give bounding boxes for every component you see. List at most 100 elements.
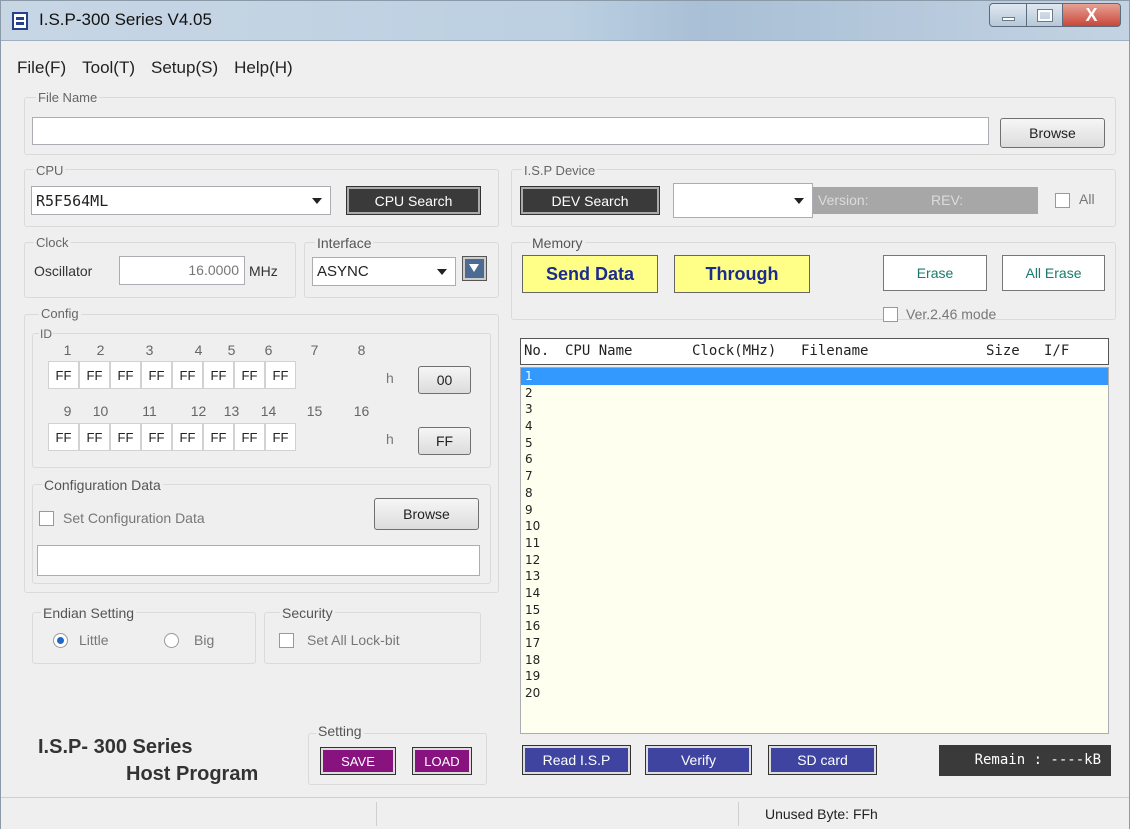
memory-list[interactable]: 1 2 3 4 5 6 7 8 9 10 11 12 13 14 15 16 1… xyxy=(520,367,1109,734)
cpu-search-button[interactable]: CPU Search xyxy=(346,186,481,215)
list-row[interactable]: 15 xyxy=(521,602,1108,619)
cpu-legend: CPU xyxy=(34,163,66,178)
chevron-down-icon xyxy=(794,197,804,204)
menu-help[interactable]: Help(H) xyxy=(226,55,301,81)
maximize-button[interactable] xyxy=(1027,3,1063,27)
col-size: Size xyxy=(986,343,1020,359)
endian-big-label: Big xyxy=(194,632,215,648)
dev-search-button[interactable]: DEV Search xyxy=(520,186,660,215)
endian-big-radio[interactable] xyxy=(164,633,179,648)
oscillator-input[interactable]: 16.0000 xyxy=(119,256,245,285)
id-number: 5 xyxy=(227,342,236,358)
id-byte-input[interactable]: FF xyxy=(110,423,141,451)
list-row[interactable]: 17 xyxy=(521,635,1108,652)
remain-display: Remain : ----kB xyxy=(939,745,1111,776)
list-row[interactable]: 4 xyxy=(521,418,1108,435)
ver-mode-checkbox[interactable] xyxy=(883,307,898,322)
title-bar[interactable]: I.S.P-300 Series V4.05 X xyxy=(1,1,1129,41)
list-row[interactable]: 16 xyxy=(521,618,1108,635)
list-row[interactable]: 1 xyxy=(521,368,1108,385)
setting-legend: Setting xyxy=(316,723,364,739)
id-number: 14 xyxy=(260,403,277,419)
id-byte-input[interactable]: FF xyxy=(234,423,265,451)
file-name-input[interactable] xyxy=(32,117,989,145)
rev-label: REV: xyxy=(931,192,964,208)
list-row[interactable]: 11 xyxy=(521,535,1108,552)
app-window: I.S.P-300 Series V4.05 X File(F) Tool(T)… xyxy=(0,0,1130,829)
read-isp-button[interactable]: Read I.S.P xyxy=(522,745,631,775)
list-row[interactable]: 7 xyxy=(521,468,1108,485)
id-byte-input[interactable]: FF xyxy=(79,361,110,389)
id-number: 4 xyxy=(194,342,203,358)
cpu-select-value: R5F564ML xyxy=(36,191,109,210)
list-header: No. CPU Name Clock(MHz) Filename Size I/… xyxy=(520,338,1109,365)
sd-card-button[interactable]: SD card xyxy=(768,745,877,775)
list-row[interactable]: 19 xyxy=(521,668,1108,685)
id-byte-input[interactable]: FF xyxy=(203,361,234,389)
list-row[interactable]: 14 xyxy=(521,585,1108,602)
id-byte-input[interactable]: FF xyxy=(203,423,234,451)
hex-suffix: h xyxy=(386,431,394,447)
all-erase-button[interactable]: All Erase xyxy=(1002,255,1105,291)
config-fill-00-button[interactable]: 00 xyxy=(418,366,471,394)
interface-extra-button[interactable] xyxy=(462,256,487,281)
id-byte-input[interactable]: FF xyxy=(172,423,203,451)
through-button[interactable]: Through xyxy=(674,255,810,293)
id-byte-input[interactable]: FF xyxy=(141,361,172,389)
config-data-legend: Configuration Data xyxy=(42,477,163,493)
config-data-path-input[interactable] xyxy=(37,545,480,576)
id-byte-input[interactable]: FF xyxy=(110,361,141,389)
list-row[interactable]: 9 xyxy=(521,502,1108,519)
oscillator-label: Oscillator xyxy=(34,263,93,279)
set-config-data-checkbox[interactable] xyxy=(39,511,54,526)
unused-byte-status: Unused Byte: FFh xyxy=(738,802,1129,826)
list-row[interactable]: 12 xyxy=(521,552,1108,569)
id-byte-input[interactable]: FF xyxy=(141,423,172,451)
close-button[interactable]: X xyxy=(1063,3,1121,27)
endian-little-radio[interactable] xyxy=(53,633,68,648)
mhz-unit: MHz xyxy=(249,263,278,279)
config-fill-ff-button[interactable]: FF xyxy=(418,427,471,455)
id-byte-input[interactable]: FF xyxy=(234,361,265,389)
chevron-down-icon xyxy=(437,268,447,275)
id-byte-input[interactable]: FF xyxy=(79,423,110,451)
device-select[interactable] xyxy=(673,183,813,218)
list-row[interactable]: 6 xyxy=(521,451,1108,468)
id-byte-input[interactable]: FF xyxy=(48,361,79,389)
save-button[interactable]: SAVE xyxy=(320,747,396,775)
memory-legend: Memory xyxy=(530,235,585,251)
id-byte-input[interactable]: FF xyxy=(172,361,203,389)
load-button[interactable]: LOAD xyxy=(412,747,472,775)
menu-bar: File(F) Tool(T) Setup(S) Help(H) xyxy=(1,55,301,81)
list-row[interactable]: 10 xyxy=(521,518,1108,535)
minimize-button[interactable] xyxy=(989,3,1027,27)
list-row[interactable]: 5 xyxy=(521,435,1108,452)
brand-title: I.S.P- 300 Series xyxy=(38,736,193,758)
menu-tool[interactable]: Tool(T) xyxy=(74,55,143,81)
all-checkbox[interactable] xyxy=(1055,193,1070,208)
menu-file[interactable]: File(F) xyxy=(9,55,74,81)
file-browse-button[interactable]: Browse xyxy=(1000,118,1105,148)
list-row[interactable]: 2 xyxy=(521,385,1108,402)
interface-select[interactable]: ASYNC xyxy=(312,257,456,286)
list-row[interactable]: 13 xyxy=(521,568,1108,585)
verify-button[interactable]: Verify xyxy=(645,745,752,775)
list-row[interactable]: 8 xyxy=(521,485,1108,502)
send-data-button[interactable]: Send Data xyxy=(522,255,658,293)
erase-button[interactable]: Erase xyxy=(883,255,987,291)
menu-setup[interactable]: Setup(S) xyxy=(143,55,226,81)
id-number: 1 xyxy=(63,342,72,358)
id-byte-input[interactable]: FF xyxy=(265,423,296,451)
set-all-lock-bit-checkbox[interactable] xyxy=(279,633,294,648)
config-data-browse-button[interactable]: Browse xyxy=(374,498,479,530)
id-byte-input[interactable]: FF xyxy=(265,361,296,389)
col-cpu-name: CPU Name xyxy=(565,343,633,359)
id-number: 16 xyxy=(353,403,370,419)
list-row[interactable]: 18 xyxy=(521,652,1108,669)
cpu-select[interactable]: R5F564ML xyxy=(31,186,331,215)
id-number: 11 xyxy=(142,403,157,419)
id-byte-input[interactable]: FF xyxy=(48,423,79,451)
list-row[interactable]: 3 xyxy=(521,401,1108,418)
list-row[interactable]: 20 xyxy=(521,685,1108,702)
app-icon xyxy=(12,12,28,30)
